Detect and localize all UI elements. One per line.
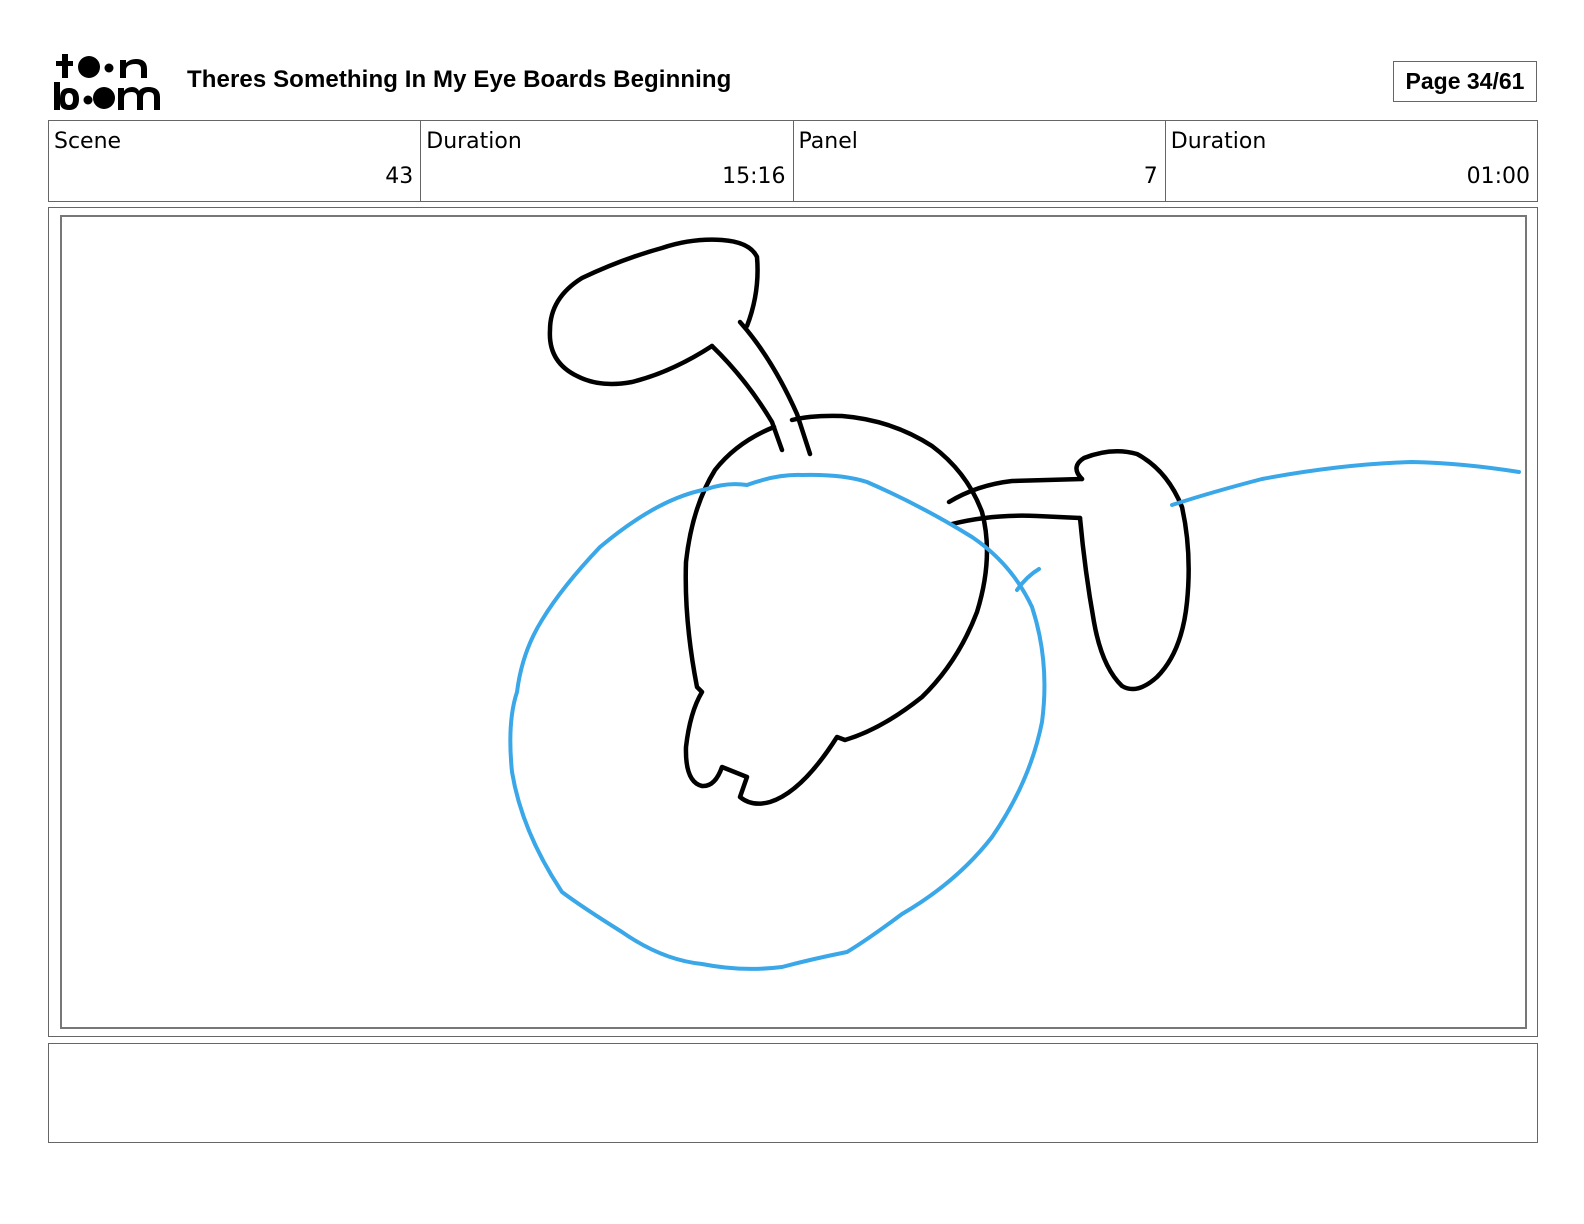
panel-value: 7 bbox=[1143, 164, 1158, 189]
storyboard-sketch bbox=[508, 237, 1521, 971]
panel-duration-value: 01:00 bbox=[1466, 164, 1530, 189]
scene-duration-value: 15:16 bbox=[722, 164, 786, 189]
panel-drawing-area bbox=[60, 215, 1527, 1029]
scene-duration-label: Duration bbox=[426, 129, 522, 154]
scene-info-table: Scene 43 Duration 15:16 Panel 7 Duration… bbox=[48, 120, 1538, 202]
blue-guide-lines bbox=[508, 460, 1521, 971]
panel-label: Panel bbox=[798, 129, 858, 154]
page-indicator: Page 34/61 bbox=[1393, 61, 1537, 102]
scene-duration-cell: Duration 15:16 bbox=[421, 121, 794, 201]
scene-value: 43 bbox=[385, 164, 414, 189]
panel-notes-box bbox=[48, 1043, 1538, 1143]
scene-label: Scene bbox=[54, 129, 122, 154]
panel-duration-label: Duration bbox=[1170, 129, 1267, 154]
character-sketch bbox=[547, 237, 1191, 806]
scene-cell: Scene 43 bbox=[49, 121, 422, 201]
document-title: Theres Something In My Eye Boards Beginn… bbox=[187, 66, 732, 93]
panel-cell: Panel 7 bbox=[794, 121, 1166, 201]
toonboom-logo bbox=[52, 52, 164, 112]
panel-duration-cell: Duration 01:00 bbox=[1166, 121, 1537, 201]
